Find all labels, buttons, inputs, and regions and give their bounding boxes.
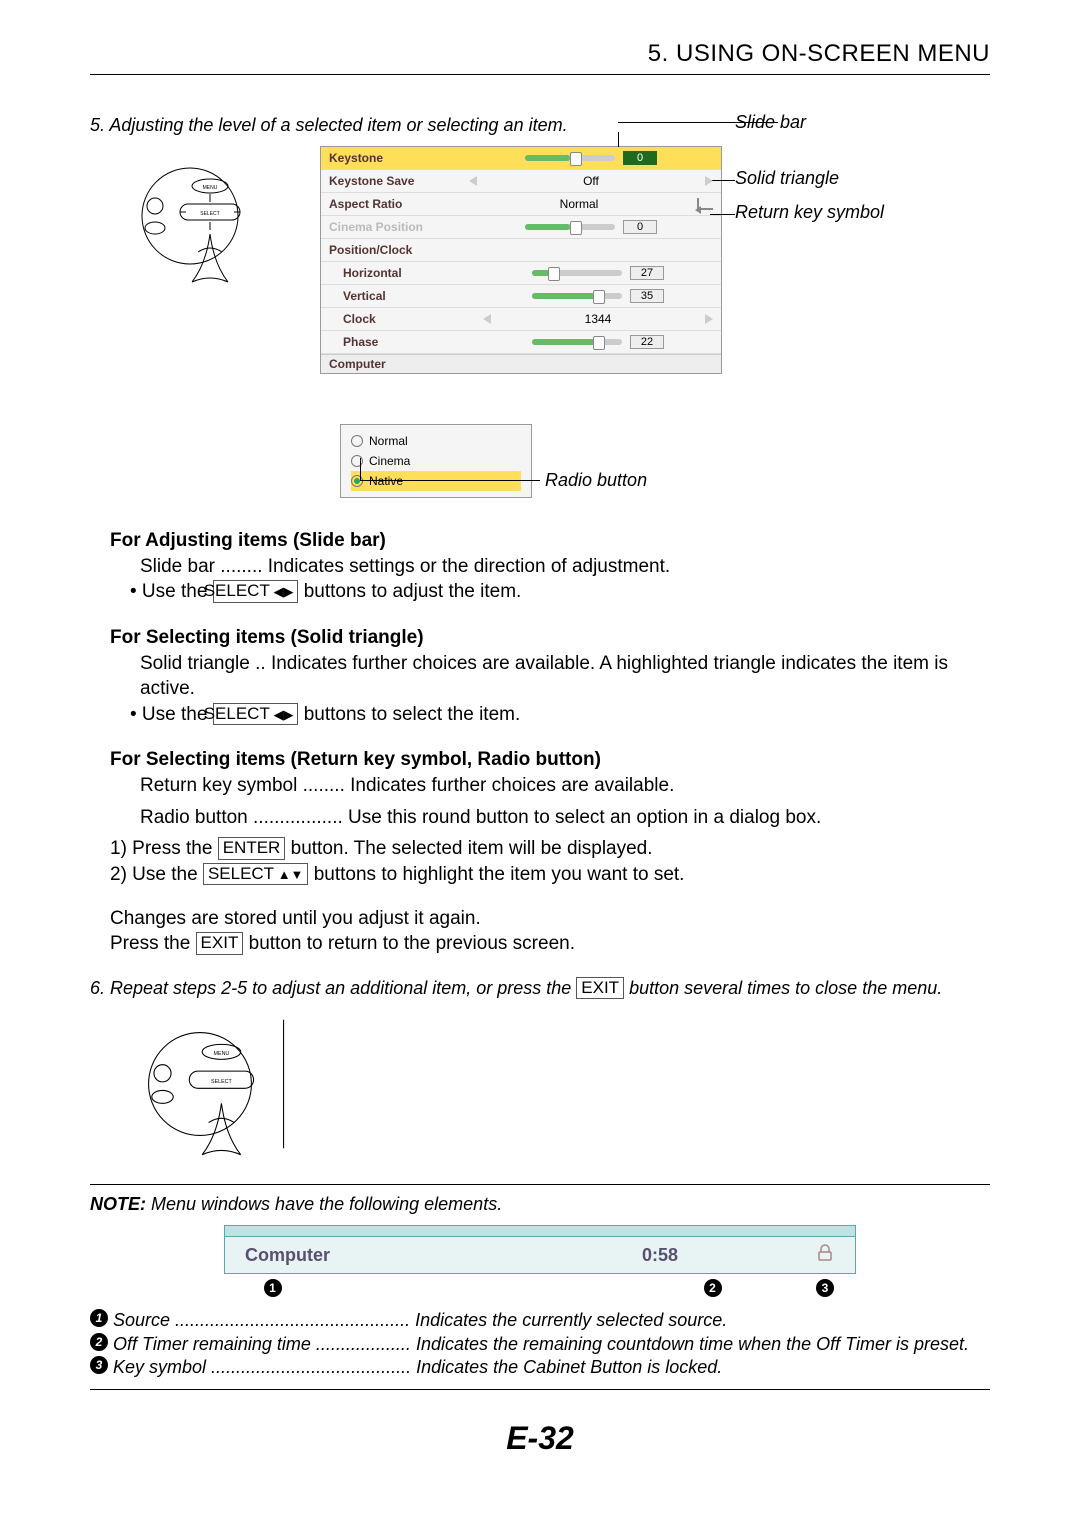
marker-2: 2: [90, 1333, 108, 1351]
marker-1: 1: [264, 1279, 282, 1297]
menu-item-phase[interactable]: Phase 22: [321, 331, 721, 354]
marker-row: 1 2 3: [225, 1278, 855, 1299]
marker-2: 2: [704, 1279, 722, 1297]
legend: 1 Source ...............................…: [90, 1309, 990, 1379]
legend-3: 3 Key symbol ...........................…: [90, 1356, 990, 1379]
rule-note-top: [90, 1184, 990, 1185]
h-slidebar: For Adjusting items (Slide bar): [110, 528, 990, 554]
triangle-right-icon[interactable]: [705, 314, 713, 324]
annot-returnkey: Return key symbol: [735, 202, 884, 223]
p-returnkey-4: 2) Use the SELECT buttons to highlight t…: [110, 862, 990, 888]
osd-menu: Keystone 0 Keystone Save Off Aspect Rati…: [320, 146, 722, 374]
lock-icon: [795, 1244, 855, 1267]
menu-footer: Computer: [321, 354, 721, 373]
menu-item-cinema: Cinema Position 0: [321, 216, 721, 239]
key-exit: EXIT: [196, 932, 244, 954]
key-select-ud: SELECT: [203, 863, 309, 885]
radio-dialog: Normal Cinema Native: [340, 424, 532, 498]
radio-icon: [351, 475, 363, 487]
svg-text:MENU: MENU: [203, 185, 218, 191]
key-enter: ENTER: [218, 837, 286, 859]
menu-item-keystone-save[interactable]: Keystone Save Off: [321, 170, 721, 193]
p-returnkey-5: Changes are stored until you adjust it a…: [110, 906, 990, 932]
menu-area: Slide bar Solid triangle Return key symb…: [320, 146, 722, 498]
remote-diagram-2: MENU SELECT: [110, 1009, 990, 1164]
p-returnkey-1: Return key symbol ........ Indicates fur…: [110, 773, 990, 799]
h-solidtriangle: For Selecting items (Solid triangle): [110, 625, 990, 651]
p-slidebar-1: Slide bar ........ Indicates settings or…: [110, 554, 990, 580]
rule-note-bottom: [90, 1389, 990, 1390]
p-slidebar-2: • Use the SELECT buttons to adjust the i…: [110, 579, 990, 605]
menu-item-vertical[interactable]: Vertical 35: [321, 285, 721, 308]
radio-cinema[interactable]: Cinema: [351, 451, 521, 471]
key-exit: EXIT: [576, 977, 624, 999]
annot-radiobutton: Radio button: [545, 470, 647, 491]
infobar-source: Computer: [225, 1245, 525, 1266]
annot-solidtriangle: Solid triangle: [735, 168, 839, 189]
menu-item-clock[interactable]: Clock 1344: [321, 308, 721, 331]
info-bar: Computer 0:58: [224, 1225, 856, 1274]
key-select-lr: SELECT: [213, 703, 299, 725]
rule-top: [90, 74, 990, 75]
legend-1: 1 Source ...............................…: [90, 1309, 990, 1332]
svg-text:SELECT: SELECT: [200, 211, 219, 217]
infobar-time: 0:58: [525, 1245, 795, 1266]
svg-text:MENU: MENU: [214, 1051, 230, 1057]
triangle-left-icon[interactable]: [483, 314, 491, 324]
remote-diagram-1: MENU SELECT: [90, 146, 290, 286]
marker-3: 3: [90, 1356, 108, 1374]
chapter-title: 5. USING ON-SCREEN MENU: [90, 40, 990, 68]
menu-item-posclock-header: Position/Clock: [321, 239, 721, 262]
radio-icon: [351, 435, 363, 447]
step-6: 6. Repeat steps 2-5 to adjust an additio…: [90, 977, 990, 999]
return-key-icon[interactable]: [697, 198, 713, 210]
menu-item-aspect[interactable]: Aspect Ratio Normal: [321, 193, 721, 216]
marker-1: 1: [90, 1309, 108, 1327]
svg-text:SELECT: SELECT: [211, 1079, 233, 1085]
p-returnkey-2: Radio button ................. Use this …: [110, 805, 990, 831]
h-returnkey: For Selecting items (Return key symbol, …: [110, 747, 990, 773]
radio-native[interactable]: Native: [351, 471, 521, 491]
p-solidtriangle-2: • Use the SELECT buttons to select the i…: [110, 702, 990, 728]
menu-item-horizontal[interactable]: Horizontal 27: [321, 262, 721, 285]
radio-icon: [351, 455, 363, 467]
radio-normal[interactable]: Normal: [351, 431, 521, 451]
triangle-left-icon[interactable]: [469, 176, 477, 186]
marker-3: 3: [816, 1279, 834, 1297]
p-returnkey-6: Press the EXIT button to return to the p…: [110, 931, 990, 957]
menu-item-keystone[interactable]: Keystone 0: [321, 147, 721, 170]
key-select-lr: SELECT: [213, 580, 299, 602]
page-number: E-32: [90, 1420, 990, 1457]
p-returnkey-3: 1) Press the ENTER button. The selected …: [110, 836, 990, 862]
legend-2: 2 Off Timer remaining time .............…: [90, 1333, 990, 1356]
step-5: 5. Adjusting the level of a selected ite…: [90, 115, 990, 136]
triangle-right-icon[interactable]: [705, 176, 713, 186]
p-solidtriangle-1: Solid triangle .. Indicates further choi…: [110, 651, 990, 702]
note-heading: NOTE: Menu windows have the following el…: [90, 1194, 990, 1215]
